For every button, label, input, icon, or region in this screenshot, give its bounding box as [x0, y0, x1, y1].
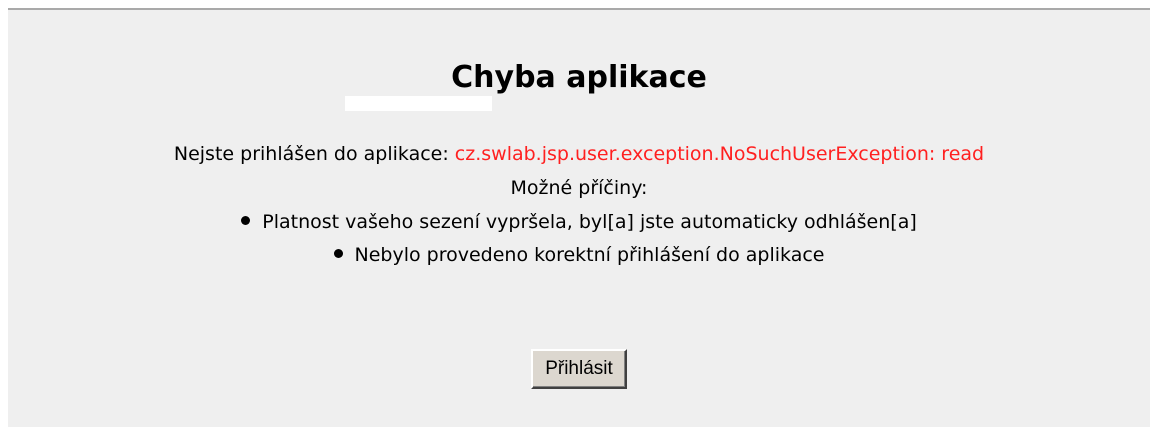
login-button[interactable]: Přihlásit	[531, 349, 627, 389]
error-panel: Chyba aplikace Nejste prihlášen do aplik…	[8, 10, 1150, 427]
button-container: Přihlásit	[8, 349, 1150, 389]
causes-list: Platnost vašeho sezení vypršela, byl[a] …	[8, 206, 1150, 272]
bullet-icon	[241, 216, 251, 225]
error-message: Nejste prihlášen do aplikace: cz.swlab.j…	[8, 143, 1150, 165]
error-exception-text: cz.swlab.jsp.user.exception.NoSuchUserEx…	[454, 143, 985, 165]
list-item: Nebylo provedeno korektní přihlášení do …	[8, 239, 1150, 272]
bullet-icon	[333, 249, 343, 258]
error-message-prefix: Nejste prihlášen do aplikace:	[173, 143, 455, 165]
page-title: Chyba aplikace	[451, 60, 707, 95]
cause-text: Nebylo provedeno korektní přihlášení do …	[354, 244, 825, 266]
cause-text: Platnost vašeho sezení vypršela, byl[a] …	[262, 211, 917, 233]
redacted-block	[345, 96, 492, 111]
list-item: Platnost vašeho sezení vypršela, byl[a] …	[8, 206, 1150, 239]
causes-heading: Možné příčiny:	[510, 177, 648, 199]
